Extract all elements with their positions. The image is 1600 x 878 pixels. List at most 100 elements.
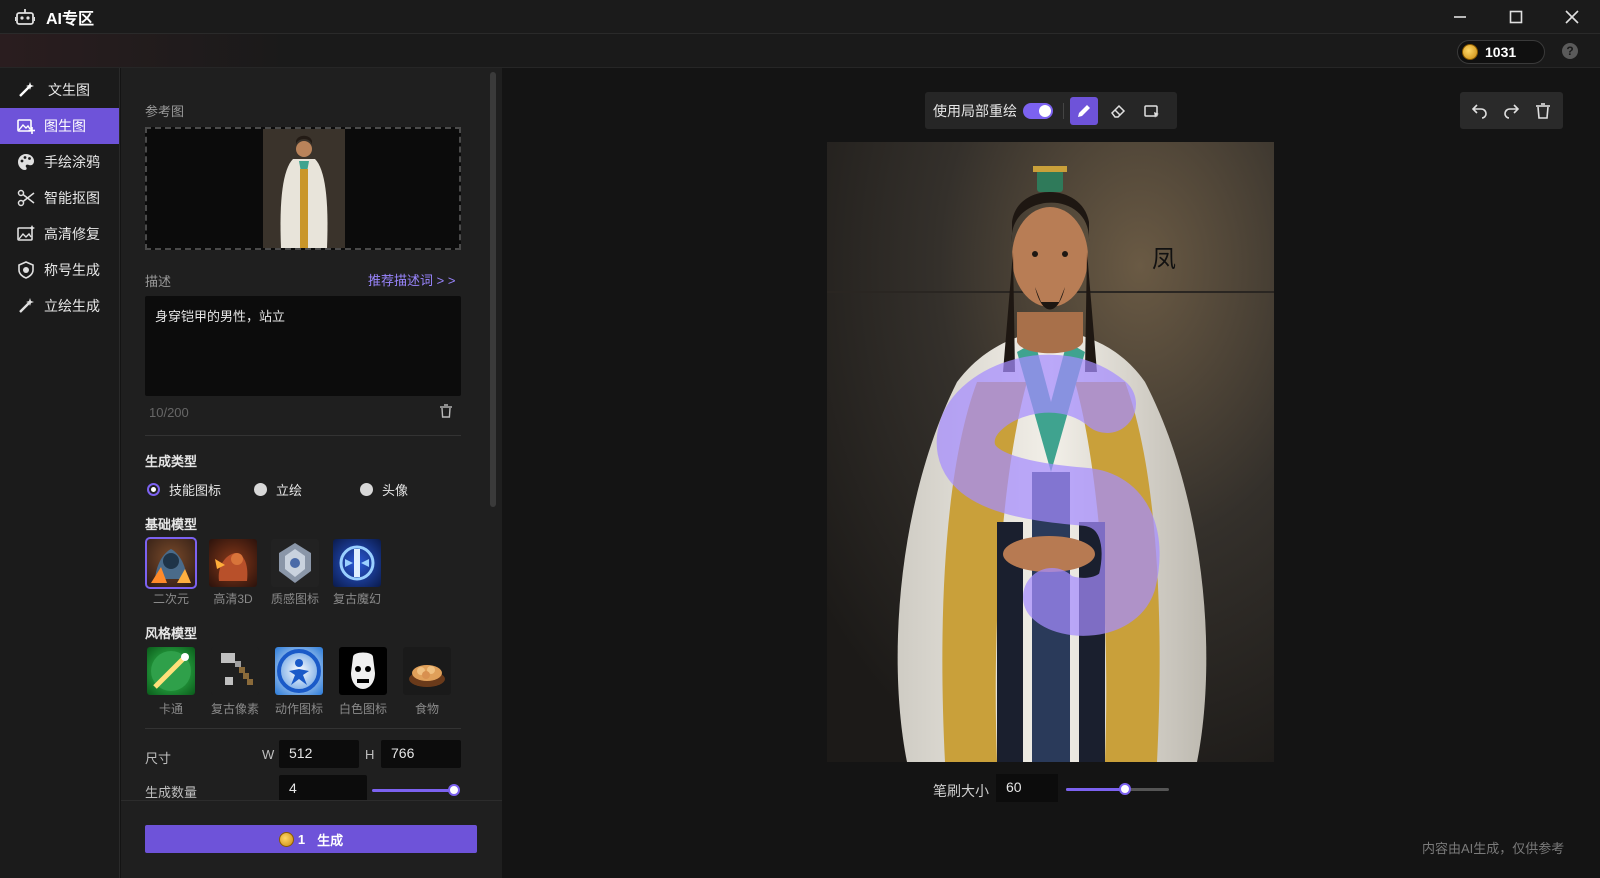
model-caption: 二次元 xyxy=(152,592,189,606)
brush-size-input[interactable]: 60 xyxy=(996,774,1058,802)
sidebar-item-label: 称号生成 xyxy=(44,262,100,278)
local-redraw-label: 使用局部重绘 xyxy=(933,102,1017,119)
history-toolbar xyxy=(1460,92,1563,129)
panel-scrollbar[interactable] xyxy=(490,72,496,507)
magic-wand-icon xyxy=(16,296,36,316)
trash-icon xyxy=(440,404,452,418)
sidebar-item-cutout[interactable]: 智能抠图 xyxy=(0,180,119,216)
window-controls xyxy=(1432,0,1600,34)
sidebar-nav: 文生图 图生图 手绘涂鸦 智能抠图 高清修复 称号生成 立绘生成 xyxy=(0,68,120,878)
generate-button[interactable]: 1 生成 xyxy=(145,825,477,853)
trash-icon xyxy=(1536,102,1551,119)
radio-avatar[interactable]: 头像 xyxy=(360,480,408,499)
size-label: 尺寸 xyxy=(145,751,172,766)
base-model-title: 基础模型 xyxy=(145,517,198,532)
pencil-button[interactable] xyxy=(1070,96,1098,125)
magic-wand-icon xyxy=(16,80,36,100)
window-title: AI专区 xyxy=(46,10,95,28)
coin-icon xyxy=(278,831,294,847)
maximize-button[interactable] xyxy=(1488,0,1544,34)
recommend-prompt-link[interactable]: 推荐描述词 > > xyxy=(368,270,455,289)
divider xyxy=(145,728,461,729)
sidebar-item-hd-repair[interactable]: 高清修复 xyxy=(0,216,119,252)
portrait-image: 凤 xyxy=(827,142,1274,762)
palette-icon xyxy=(16,152,36,172)
radio-portrait[interactable]: 立绘 xyxy=(254,480,302,499)
count-input[interactable]: 4 xyxy=(279,775,367,803)
base-model-retro-fantasy[interactable] xyxy=(333,539,381,587)
base-model-anime[interactable] xyxy=(145,537,197,589)
sidebar-item-portrait-gen[interactable]: 立绘生成 xyxy=(0,288,119,324)
eraser-button[interactable] xyxy=(1104,97,1132,125)
sidebar-item-doodle[interactable]: 手绘涂鸦 xyxy=(0,144,119,180)
radio-button xyxy=(147,483,160,496)
undo-icon xyxy=(1471,103,1487,119)
maximize-icon xyxy=(1509,10,1523,24)
sidebar-item-image-to-image[interactable]: 图生图 xyxy=(0,108,119,144)
width-input[interactable]: 512 xyxy=(279,740,359,768)
radio-label: 立绘 xyxy=(276,483,303,498)
style-model-action-icon[interactable] xyxy=(275,647,323,695)
style-model-retro-pixel[interactable] xyxy=(211,647,259,695)
model-caption: 食物 xyxy=(414,702,439,716)
close-button[interactable] xyxy=(1544,0,1600,34)
coin-balance[interactable]: 1031 xyxy=(1457,40,1545,64)
base-model-texture-icon[interactable] xyxy=(271,539,319,587)
generation-type-title: 生成类型 xyxy=(145,454,198,469)
radio-button xyxy=(254,483,267,496)
minimize-icon xyxy=(1454,16,1466,18)
title-bar: AI专区 xyxy=(0,0,1600,34)
minimize-button[interactable] xyxy=(1432,0,1488,34)
sidebar-item-label: 高清修复 xyxy=(44,226,100,242)
pencil-icon xyxy=(1078,104,1090,117)
width-prefix: W xyxy=(262,747,275,762)
sidebar-item-title-gen[interactable]: 称号生成 xyxy=(0,252,119,288)
count-slider-knob[interactable] xyxy=(448,784,460,796)
canvas-toolbar: 使用局部重绘 xyxy=(925,92,1177,129)
radio-skill-icon[interactable]: 技能图标 xyxy=(147,480,221,499)
height-input[interactable]: 766 xyxy=(381,740,461,768)
brush-slider-knob[interactable] xyxy=(1118,783,1131,795)
reference-image-dropzone[interactable] xyxy=(145,127,461,250)
redo-button[interactable] xyxy=(1497,97,1525,125)
model-caption: 复古魔幻 xyxy=(332,592,381,606)
undo-button[interactable] xyxy=(1466,97,1494,125)
style-model-food[interactable] xyxy=(403,647,451,695)
count-label: 生成数量 xyxy=(145,785,198,800)
sidebar-item-label: 智能抠图 xyxy=(44,190,100,206)
coin-count: 1031 xyxy=(1485,44,1517,60)
generate-cost: 1 xyxy=(297,831,306,847)
count-slider-track[interactable] xyxy=(372,789,454,792)
sidebar-item-label: 文生图 xyxy=(48,82,90,98)
brush-slider-track[interactable] xyxy=(1066,788,1125,791)
model-caption: 白色图标 xyxy=(338,702,387,716)
radio-label: 技能图标 xyxy=(169,483,222,498)
coin-icon xyxy=(1462,44,1478,60)
description-label: 描述 xyxy=(145,274,172,289)
edit-image[interactable]: 凤 xyxy=(827,142,1274,762)
svg-text:凤: 凤 xyxy=(1152,245,1176,273)
select-area-button[interactable] xyxy=(1138,97,1166,125)
divider xyxy=(145,435,461,436)
style-model-white-icon[interactable] xyxy=(339,647,387,695)
brush-size-label: 笔刷大小 xyxy=(933,783,989,799)
account-bar: 1031 ? xyxy=(0,34,1600,68)
clear-description-button[interactable] xyxy=(439,404,453,418)
clear-canvas-button[interactable] xyxy=(1529,97,1557,125)
shield-badge-icon xyxy=(16,260,36,280)
description-input[interactable]: 身穿铠甲的男性，站立 xyxy=(145,296,461,396)
close-icon xyxy=(1565,10,1579,24)
reference-image-label: 参考图 xyxy=(145,104,185,119)
ai-disclaimer: 内容由AI生成，仅供参考 xyxy=(1422,841,1565,856)
sidebar-item-text-to-image[interactable]: 文生图 xyxy=(0,72,119,108)
radio-button xyxy=(360,483,373,496)
style-model-cartoon[interactable] xyxy=(147,647,195,695)
image-enhance-icon xyxy=(16,224,36,244)
model-caption: 卡通 xyxy=(158,702,183,716)
char-count: 10/200 xyxy=(149,405,189,420)
generate-label: 生成 xyxy=(317,832,344,848)
base-model-hd3d[interactable] xyxy=(209,539,257,587)
local-redraw-toggle[interactable] xyxy=(1023,102,1053,119)
help-icon[interactable]: ? xyxy=(1562,43,1578,59)
toolbar-divider xyxy=(1063,102,1064,119)
